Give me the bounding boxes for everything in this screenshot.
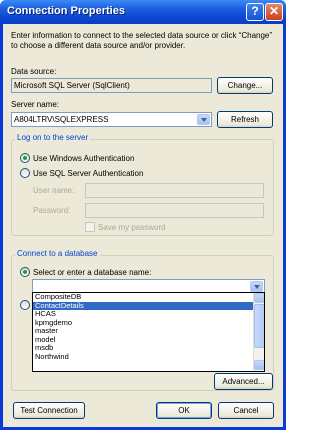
database-option[interactable]: Northwind xyxy=(33,352,264,362)
attach-database-radio[interactable] xyxy=(20,300,30,310)
refresh-button-label: Refresh xyxy=(230,115,259,124)
chevron-down-icon[interactable] xyxy=(250,281,263,292)
database-option[interactable]: model xyxy=(33,335,264,345)
intro-text: Enter information to connect to the sele… xyxy=(11,31,273,50)
database-option[interactable]: kpmgdemo xyxy=(33,318,264,328)
help-button[interactable]: ? xyxy=(246,3,264,21)
chevron-down-icon[interactable] xyxy=(197,114,210,125)
change-button[interactable]: Change... xyxy=(217,77,273,94)
database-dropdown-list[interactable]: CompositeDB ContactDetails HCAS kpmgdemo mas… xyxy=(32,292,265,372)
password-field[interactable] xyxy=(85,203,264,218)
data-source-label: Data source: xyxy=(11,67,57,76)
refresh-button[interactable]: Refresh xyxy=(217,111,273,128)
sql-auth-label[interactable]: Use SQL Server Authentication xyxy=(33,169,143,178)
title-bar[interactable]: Connection Properties ? ✕ xyxy=(0,0,286,24)
select-database-radio[interactable] xyxy=(20,267,30,277)
windows-auth-label[interactable]: Use Windows Authentication xyxy=(33,154,134,163)
scroll-up-icon[interactable] xyxy=(254,293,264,303)
dialog-body: Enter information to connect to the sele… xyxy=(3,24,283,427)
test-connection-label: Test Connection xyxy=(20,406,78,415)
advanced-button[interactable]: Advanced... xyxy=(214,373,273,390)
ok-button[interactable]: OK xyxy=(156,402,212,419)
close-icon: ✕ xyxy=(268,4,280,18)
scrollbar-thumb[interactable] xyxy=(254,304,264,348)
username-field[interactable] xyxy=(85,183,264,198)
change-button-label: Change... xyxy=(227,81,263,90)
advanced-button-label: Advanced... xyxy=(222,377,265,386)
database-options: CompositeDB ContactDetails HCAS kpmgdemo mas… xyxy=(33,293,264,361)
username-label: User name: xyxy=(33,186,75,195)
select-database-label[interactable]: Select or enter a database name: xyxy=(33,268,151,277)
save-password-checkbox[interactable] xyxy=(85,222,95,232)
dropdown-scrollbar[interactable] xyxy=(253,293,264,371)
logon-group-title: Log on to the server xyxy=(15,133,91,142)
windows-auth-radio[interactable] xyxy=(20,153,30,163)
server-name-combo[interactable]: A804LTRV\SQLEXPRESS xyxy=(11,112,212,127)
database-group-title: Connect to a database xyxy=(15,249,100,258)
data-source-field: Microsoft SQL Server (SqlClient) xyxy=(11,78,212,93)
cancel-button[interactable]: Cancel xyxy=(218,402,274,419)
ok-button-label: OK xyxy=(178,406,190,415)
server-name-value: A804LTRV\SQLEXPRESS xyxy=(14,115,109,124)
database-option[interactable]: master xyxy=(33,326,264,336)
scroll-down-icon[interactable] xyxy=(254,360,264,370)
close-button[interactable]: ✕ xyxy=(265,3,283,21)
dialog-title: Connection Properties xyxy=(7,5,125,17)
sql-auth-radio[interactable] xyxy=(20,168,30,178)
save-password-label: Save my password xyxy=(98,223,166,232)
test-connection-button[interactable]: Test Connection xyxy=(13,402,85,419)
dialog-window: Connection Properties ? ✕ Enter informat… xyxy=(0,0,286,430)
cancel-button-label: Cancel xyxy=(233,406,259,415)
database-option[interactable]: ContactDetails xyxy=(33,301,264,310)
help-icon: ? xyxy=(251,4,259,18)
server-name-label: Server name: xyxy=(11,100,60,109)
password-label: Password: xyxy=(33,206,71,215)
